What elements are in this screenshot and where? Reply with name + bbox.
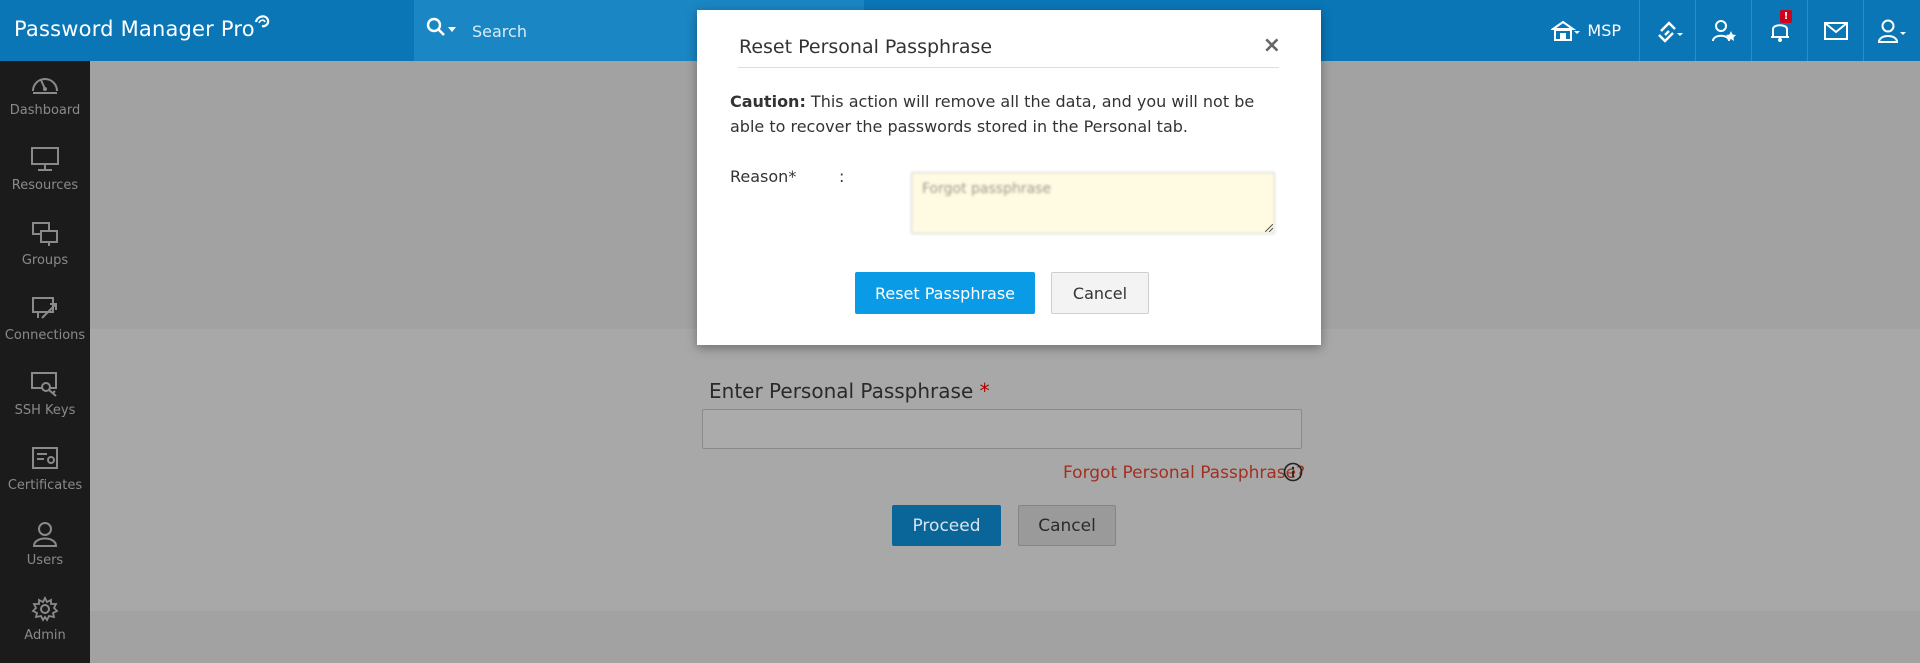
cancel-button[interactable]: Cancel xyxy=(1018,505,1116,546)
passphrase-panel: Enter Personal Passphrase * Forgot Perso… xyxy=(90,329,1920,611)
sidebar-item-label: Groups xyxy=(21,253,69,268)
chevron-down-icon[interactable] xyxy=(448,27,456,32)
reset-passphrase-button[interactable]: Reset Passphrase xyxy=(855,272,1035,314)
caution-message: Caution: This action will remove all the… xyxy=(730,89,1290,139)
sidebar-item-dashboard[interactable]: Dashboard xyxy=(0,61,90,136)
sidebar-item-label: SSH Keys xyxy=(14,403,76,418)
sidebar-item-label: Admin xyxy=(24,628,66,643)
reason-textarea[interactable]: Forgot passphrase xyxy=(911,172,1275,234)
monitor-icon xyxy=(31,147,59,171)
caution-text: This action will remove all the data, an… xyxy=(730,92,1255,136)
building-icon xyxy=(1551,20,1581,41)
forgot-passphrase-link[interactable]: Forgot Personal Passphrase? xyxy=(1063,463,1305,483)
passphrase-label-text: Enter Personal Passphrase xyxy=(709,379,974,403)
certificate-icon xyxy=(32,447,58,469)
mail-button[interactable] xyxy=(1808,0,1864,61)
user-star-icon xyxy=(1711,19,1736,41)
close-icon[interactable]: × xyxy=(1263,35,1281,57)
reason-colon: : xyxy=(839,167,845,186)
sidebar-item-groups[interactable]: Groups xyxy=(0,211,90,286)
user-menu-button[interactable] xyxy=(1864,0,1920,61)
logo-swirl-icon xyxy=(254,15,270,28)
sidebar-item-label: Certificates xyxy=(7,478,83,493)
dashboard-icon xyxy=(32,78,58,94)
dialog-cancel-button[interactable]: Cancel xyxy=(1051,272,1149,314)
favorites-button[interactable] xyxy=(1696,0,1752,61)
sidebar-item-certificates[interactable]: Certificates xyxy=(0,436,90,511)
reason-label: Reason* xyxy=(730,167,797,186)
sidebar-item-admin[interactable]: Admin xyxy=(0,586,90,661)
proceed-button[interactable]: Proceed xyxy=(892,505,1001,546)
org-switcher[interactable]: MSP xyxy=(1551,0,1640,61)
sidebar-item-connections[interactable]: Connections xyxy=(0,286,90,361)
required-mark: * xyxy=(979,379,990,403)
reset-passphrase-dialog: Reset Personal Passphrase × Caution: Thi… xyxy=(697,10,1321,345)
ssh-key-icon xyxy=(31,372,57,397)
mail-icon xyxy=(1823,21,1848,40)
divider xyxy=(738,67,1279,68)
link-icon xyxy=(1657,20,1683,43)
sidebar-item-users[interactable]: Users xyxy=(0,511,90,586)
groups-icon xyxy=(32,222,58,246)
caution-label: Caution: xyxy=(730,92,806,111)
sidebar: Dashboard Resources Groups Connections S… xyxy=(0,61,90,663)
sidebar-item-label: Dashboard xyxy=(9,103,81,118)
resize-handle-icon[interactable] xyxy=(1265,224,1273,232)
app-title: Password Manager Pro xyxy=(14,17,255,41)
dialog-title: Reset Personal Passphrase xyxy=(739,36,993,58)
notifications-button[interactable]: ! xyxy=(1752,0,1808,61)
sidebar-item-label: Connections xyxy=(4,328,86,343)
search-icon[interactable] xyxy=(426,17,446,37)
org-label: MSP xyxy=(1587,21,1621,40)
notification-badge: ! xyxy=(1780,10,1792,23)
sidebar-item-ssh-keys[interactable]: SSH Keys xyxy=(0,361,90,436)
user-icon xyxy=(32,522,58,547)
app-logo[interactable]: Password Manager Pro xyxy=(14,15,271,41)
connections-menu-button[interactable] xyxy=(1640,0,1696,61)
sidebar-item-resources[interactable]: Resources xyxy=(0,136,90,211)
passphrase-label: Enter Personal Passphrase * xyxy=(709,379,990,403)
connections-icon xyxy=(32,297,57,319)
sidebar-item-label: Resources xyxy=(11,178,79,193)
passphrase-input[interactable] xyxy=(702,409,1302,449)
sidebar-item-label: Users xyxy=(26,553,64,568)
user-account-icon xyxy=(1877,19,1906,43)
top-actions: MSP ! xyxy=(1551,0,1920,61)
info-icon[interactable] xyxy=(1283,462,1303,482)
gear-icon xyxy=(31,596,59,622)
